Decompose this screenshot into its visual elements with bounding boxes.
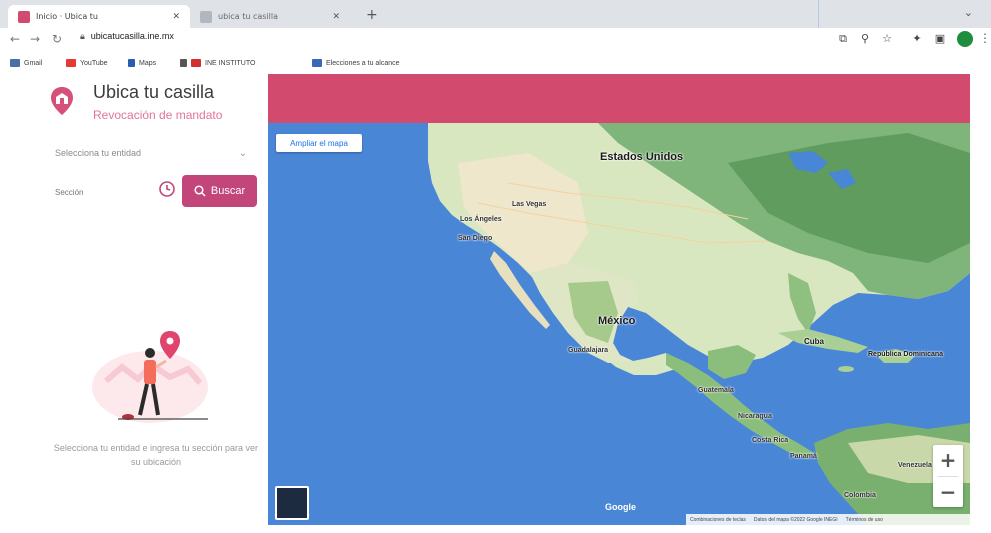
page-subtitle: Revocación de mandato bbox=[93, 108, 223, 122]
ine-favicon-icon bbox=[18, 10, 30, 23]
tab-active[interactable]: Inicio · Ubica tu ✕ bbox=[8, 5, 190, 28]
label-guadalajara: Guadalajara bbox=[568, 347, 609, 354]
zoom-in-button[interactable]: + bbox=[933, 445, 963, 475]
page-favicon-icon bbox=[200, 10, 212, 23]
history-icon[interactable] bbox=[158, 180, 176, 198]
label-colombia: Colombia bbox=[844, 492, 876, 499]
empty-state-hint: Selecciona tu entidad e ingresa tu secci… bbox=[53, 443, 259, 467]
menu-kebab-icon[interactable]: ⋮ bbox=[979, 31, 991, 45]
zoom-control: + − bbox=[933, 445, 963, 507]
label-usa: Estados Unidos bbox=[600, 151, 684, 163]
map-data-text: Datos del mapa ©2022 Google INEGI bbox=[753, 516, 838, 523]
gmail-icon bbox=[10, 59, 20, 67]
browser-window: Inicio · Ubica tu ✕ ubica tu casilla ✕ +… bbox=[0, 0, 991, 533]
share-icon[interactable]: ⧉ bbox=[836, 32, 850, 46]
tab-label: ubica tu casilla bbox=[218, 12, 279, 21]
profile-avatar[interactable] bbox=[957, 31, 973, 47]
label-venezuela: Venezuela bbox=[898, 462, 932, 469]
puzzle-icon[interactable]: ✦ bbox=[910, 32, 924, 46]
sidepanel-icon[interactable]: ▣ bbox=[933, 32, 947, 46]
maps-pin-icon bbox=[128, 59, 135, 67]
section-input[interactable] bbox=[55, 182, 155, 202]
back-icon[interactable]: ← bbox=[10, 32, 20, 46]
forward-icon[interactable]: → bbox=[30, 32, 40, 46]
bookmark-gmail[interactable]: Gmail bbox=[10, 59, 42, 67]
search-button[interactable]: Buscar bbox=[182, 175, 257, 207]
ine-icon bbox=[191, 59, 201, 67]
address-bar[interactable]: 🔒︎ ubicatucasilla.ine.mx bbox=[80, 31, 174, 42]
bookmarks-bar: Gmail YouTube Maps INE INSTITUTO Eleccio… bbox=[0, 54, 991, 74]
window-controls-icon[interactable]: ⌄ bbox=[964, 6, 973, 19]
browser-toolbar: ← → ↻ 🔒︎ ubicatucasilla.ine.mx ⧉ ⚲ ☆ ✦ ▣ … bbox=[0, 28, 991, 54]
person-icon bbox=[180, 59, 187, 67]
close-icon[interactable]: ✕ bbox=[332, 12, 340, 22]
satellite-layer-toggle[interactable] bbox=[275, 486, 309, 520]
chevron-down-icon: ⌄ bbox=[238, 148, 247, 159]
search-panel: Ubica tu casilla Revocación de mandato S… bbox=[0, 74, 268, 533]
entity-select-value: Selecciona tu entidad bbox=[55, 148, 142, 158]
bookmark-elecciones[interactable]: Elecciones a tu alcance bbox=[312, 59, 400, 67]
person-map-illustration bbox=[92, 331, 208, 423]
reload-icon[interactable]: ↻ bbox=[52, 32, 62, 46]
location-pin-logo-icon bbox=[51, 87, 73, 115]
keyboard-shortcuts-link[interactable]: Combinaciones de teclas bbox=[690, 517, 746, 523]
page-title: Ubica tu casilla bbox=[93, 82, 215, 102]
tab-strip: Inicio · Ubica tu ✕ ubica tu casilla ✕ +… bbox=[0, 0, 991, 74]
search-button-label: Buscar bbox=[210, 185, 246, 197]
label-dominican: República Dominicana bbox=[868, 351, 944, 358]
map-attribution: Combinaciones de teclas Datos del mapa ©… bbox=[686, 514, 970, 525]
youtube-icon bbox=[66, 59, 76, 67]
bookmark-youtube[interactable]: YouTube bbox=[66, 59, 108, 67]
new-tab-icon[interactable]: + bbox=[366, 7, 378, 23]
label-nicaragua: Nicaragua bbox=[738, 413, 772, 420]
label-panama: Panamá bbox=[790, 453, 817, 460]
google-logo: Google bbox=[605, 502, 636, 512]
label-mexico: México bbox=[598, 315, 636, 327]
extension-icon[interactable]: ⚲ bbox=[858, 32, 872, 46]
label-san-diego: San Diego bbox=[458, 235, 493, 242]
entity-select[interactable]: Selecciona tu entidad ⌄ bbox=[55, 148, 255, 170]
close-icon[interactable]: ✕ bbox=[172, 12, 180, 22]
elecciones-icon bbox=[312, 59, 322, 67]
lock-icon: 🔒︎ bbox=[80, 31, 85, 41]
tab-inactive[interactable]: ubica tu casilla ✕ bbox=[190, 5, 350, 28]
bookmark-ine[interactable]: INE INSTITUTO bbox=[180, 59, 255, 67]
expand-map-button[interactable]: Ampliar el mapa bbox=[276, 134, 362, 152]
page-scrollbar[interactable] bbox=[970, 74, 991, 533]
zoom-out-button[interactable]: − bbox=[933, 477, 963, 507]
url-text: ubicatucasilla.ine.mx bbox=[90, 31, 174, 41]
star-icon[interactable]: ☆ bbox=[880, 32, 894, 46]
bookmark-maps[interactable]: Maps bbox=[128, 59, 156, 67]
terms-link[interactable]: Términos de uso bbox=[846, 517, 883, 523]
label-costa-rica: Costa Rica bbox=[752, 437, 789, 444]
label-las-vegas: Las Vegas bbox=[512, 201, 547, 208]
google-map[interactable]: Ampliar el mapa Estados Unidos México Cu… bbox=[268, 123, 970, 525]
map-header-banner bbox=[268, 74, 970, 123]
label-los-angeles: Los Ángeles bbox=[460, 216, 502, 223]
search-icon bbox=[194, 185, 206, 197]
label-cuba: Cuba bbox=[804, 337, 824, 346]
label-guatemala: Guatemala bbox=[698, 387, 734, 394]
tab-label: Inicio · Ubica tu bbox=[36, 12, 99, 21]
